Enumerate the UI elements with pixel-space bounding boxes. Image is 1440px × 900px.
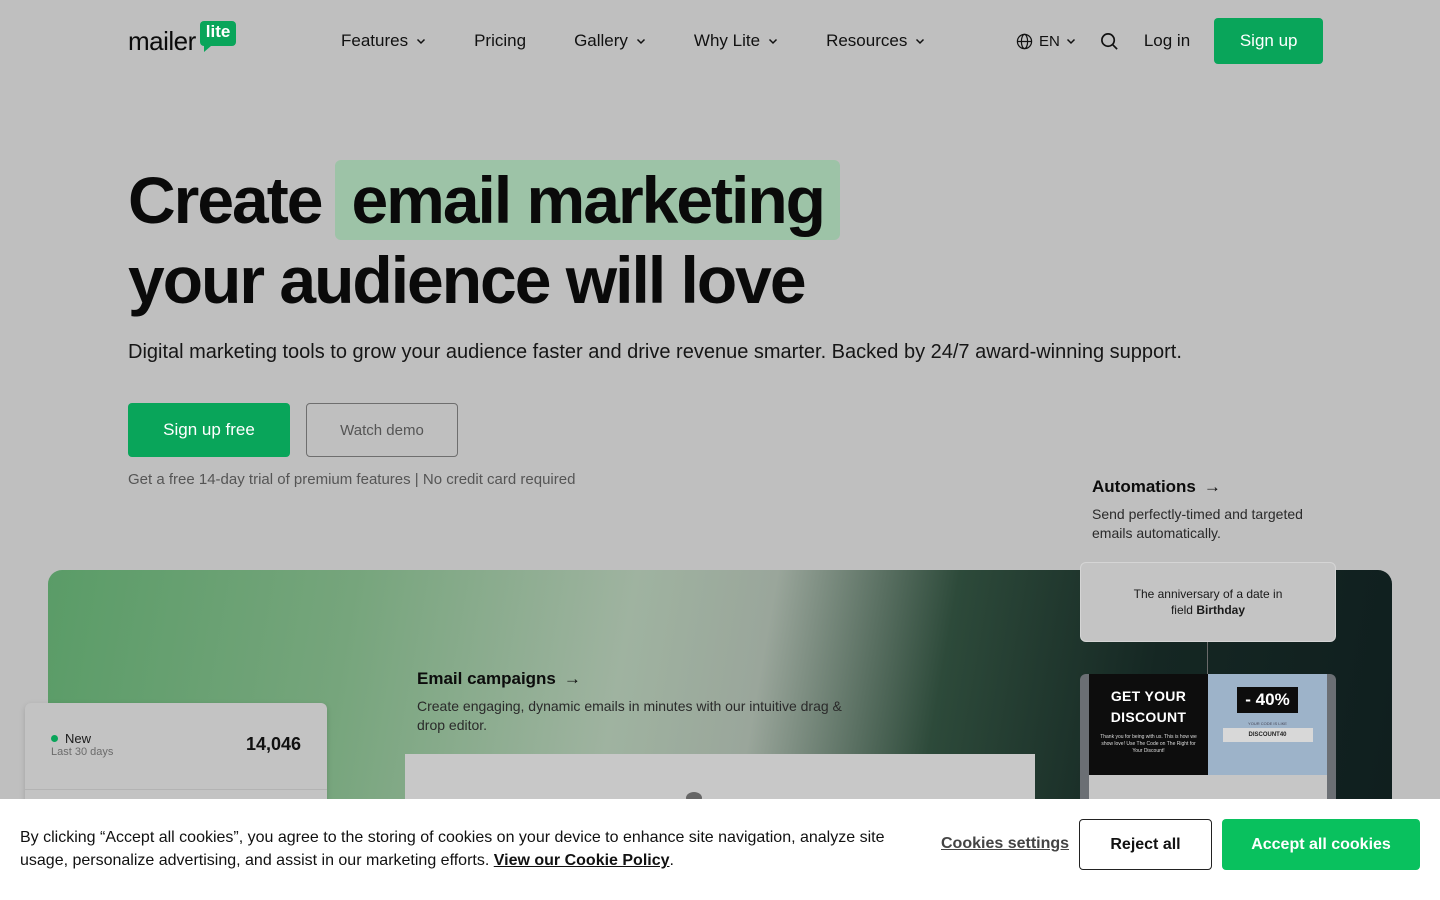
automation-trigger-card: The anniversary of a date in field Birth… (1080, 562, 1336, 642)
email-campaigns-link[interactable]: Email campaigns → (417, 669, 867, 689)
main-menu: Features Pricing Gallery Why Lite Resour… (341, 28, 973, 54)
stat-value: 14,046 (245, 734, 301, 754)
trigger-line1: The anniversary of a date in (1133, 587, 1283, 601)
cookie-policy-link[interactable]: View our Cookie Policy (494, 852, 670, 869)
reject-all-button[interactable]: Reject all (1079, 819, 1212, 870)
logo-badge: lite (199, 21, 237, 52)
discount-code-label: YOUR CODE IS LIKE (1248, 721, 1287, 726)
top-navigation: mailer lite Features Pricing Gallery Why… (0, 0, 1440, 82)
signup-free-button[interactable]: Sign up free (128, 403, 290, 457)
language-code: EN (1039, 32, 1060, 50)
trial-note: Get a free 14-day trial of premium featu… (128, 471, 576, 488)
email-campaigns-title: Email campaigns (417, 669, 556, 688)
divider (25, 789, 327, 790)
nav-why-lite-label: Why Lite (693, 31, 761, 50)
workflow-connector (1207, 642, 1208, 674)
discount-fine-print: Thank you for being with us. This is how… (1100, 734, 1197, 754)
trigger-line2-prefix: field (1170, 603, 1193, 617)
signup-button[interactable]: Sign up (1214, 18, 1324, 64)
cookie-message: By clicking “Accept all cookies”, you ag… (20, 826, 910, 872)
automations-description: Send perfectly-timed and targeted emails… (1092, 506, 1303, 541)
nav-features-label: Features (341, 31, 409, 50)
arrow-right-icon: → (563, 669, 581, 688)
email-campaigns-feature: Email campaigns → Create engaging, dynam… (417, 669, 867, 735)
stat-label-group: New Last 30 days (51, 731, 113, 758)
mailerlite-logo[interactable]: mailer lite (128, 20, 237, 56)
login-link[interactable]: Log in (1144, 31, 1190, 51)
discount-headline-1: GET YOUR (1110, 688, 1187, 704)
nav-resources-label: Resources (826, 31, 908, 50)
accept-all-cookies-button[interactable]: Accept all cookies (1222, 819, 1420, 870)
trigger-text: The anniversary of a date in field Birth… (1134, 586, 1283, 618)
chevron-down-icon (1066, 38, 1075, 45)
globe-icon (1016, 33, 1033, 49)
automations-feature: Automations → Send perfectly-timed and t… (1092, 477, 1342, 543)
status-dot-icon (51, 735, 58, 742)
nav-features[interactable]: Features (341, 28, 426, 54)
logo-wordmark: mailer (128, 26, 196, 56)
trigger-field: Birthday (1196, 603, 1246, 617)
chevron-down-icon (769, 38, 778, 45)
discount-email-preview: GET YOUR DISCOUNT Thank you for being wi… (1080, 674, 1336, 814)
arrow-right-icon: → (1203, 477, 1221, 496)
chevron-down-icon (417, 38, 426, 45)
stat-label-text: New (65, 731, 92, 746)
headline-highlight: email marketing (335, 160, 840, 240)
nav-actions: EN Log in Sign up (1016, 18, 1324, 64)
cookie-message-text: By clicking “Accept all cookies”, you ag… (20, 829, 885, 869)
nav-resources[interactable]: Resources (826, 28, 925, 54)
nav-pricing-label: Pricing (474, 31, 527, 50)
search-button[interactable] (1098, 29, 1122, 53)
search-icon (1101, 32, 1119, 50)
discount-right-panel: - 40% YOUR CODE IS LIKE DISCOUNT40 (1208, 674, 1327, 775)
automations-title: Automations (1092, 477, 1196, 496)
hero-headline: Create email marketing your audience will… (128, 160, 840, 320)
discount-headline-2: DISCOUNT (1110, 709, 1187, 725)
discount-percent: - 40% (1237, 687, 1298, 713)
watch-demo-button[interactable]: Watch demo (306, 403, 458, 457)
stat-row: New Last 30 days 14,046 (51, 731, 301, 758)
discount-left-panel: GET YOUR DISCOUNT Thank you for being wi… (1089, 674, 1208, 775)
nav-gallery[interactable]: Gallery (574, 28, 646, 54)
stat-period: Last 30 days (51, 746, 114, 758)
chevron-down-icon (636, 38, 645, 45)
nav-gallery-label: Gallery (574, 31, 628, 50)
email-campaigns-description: Create engaging, dynamic emails in minut… (417, 698, 842, 733)
language-selector[interactable]: EN (1016, 33, 1082, 50)
discount-code: DISCOUNT40 (1222, 728, 1313, 742)
cookie-settings-link[interactable]: Cookies settings (941, 835, 1069, 853)
nav-pricing[interactable]: Pricing (474, 28, 526, 54)
cookie-banner: By clicking “Accept all cookies”, you ag… (0, 799, 1440, 900)
stat-label: New (51, 731, 113, 746)
chevron-down-icon (916, 38, 925, 45)
discount-headline: GET YOUR DISCOUNT (1089, 674, 1208, 728)
nav-why-lite[interactable]: Why Lite (694, 28, 778, 54)
headline-line2: your audience will love (128, 243, 807, 317)
automations-link[interactable]: Automations → (1092, 477, 1342, 497)
headline-prefix: Create (128, 163, 323, 237)
hero-subtitle: Digital marketing tools to grow your aud… (128, 341, 1182, 363)
cookie-period: . (669, 852, 674, 869)
